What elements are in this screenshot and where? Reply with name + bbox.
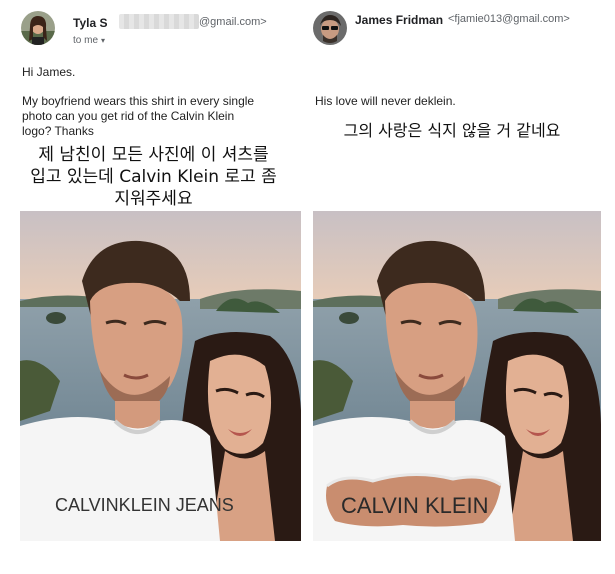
korean-translation: 그의 사랑은 식지 않을 거 같네요 (343, 121, 561, 140)
to-me-label: to me (73, 35, 99, 46)
left-email-panel: Tyla S @gmail.com> to me ▾ Hi James. My b… (0, 0, 307, 574)
to-me-recipient[interactable]: to me ▾ (73, 35, 105, 46)
message-line: My boyfriend wears this shirt in every s… (22, 94, 255, 108)
message-body: My boyfriend wears this shirt in every s… (22, 94, 302, 139)
shirt-logo-text: CALVIN KLEIN (341, 493, 489, 518)
shirt-logo-text: CALVINKLEIN JEANS (55, 495, 234, 515)
sender-name: Tyla S (73, 16, 108, 30)
sender-name: James Fridman (355, 13, 444, 27)
greeting: Hi James. (22, 65, 76, 79)
message-line: logo? Thanks (22, 124, 94, 138)
korean-line: 제 남친이 모든 사진에 이 셔츠를 (38, 145, 269, 165)
korean-line: 지워주세요 (114, 189, 193, 209)
right-email-panel: James Fridman <fjamie013@gmail.com> His … (307, 0, 615, 574)
message-line: photo can you get rid of the Calvin Klei… (22, 109, 235, 123)
reply-message: His love will never deklein. (315, 94, 456, 108)
sender-email: @gmail.com> (199, 16, 267, 28)
original-photo: CALVINKLEIN JEANS (20, 211, 301, 541)
korean-translation: 제 남친이 모든 사진에 이 셔츠를 입고 있는데 Calvin Klein 로… (10, 144, 297, 210)
redacted-email (119, 14, 199, 29)
sender-avatar[interactable] (21, 11, 55, 45)
korean-line: 입고 있는데 Calvin Klein 로고 좀 (30, 167, 277, 187)
sender-avatar[interactable] (313, 11, 347, 45)
caret-down-icon: ▾ (101, 36, 106, 45)
edited-photo: CALVIN KLEIN (313, 211, 601, 541)
sender-email: <fjamie013@gmail.com> (448, 13, 570, 25)
